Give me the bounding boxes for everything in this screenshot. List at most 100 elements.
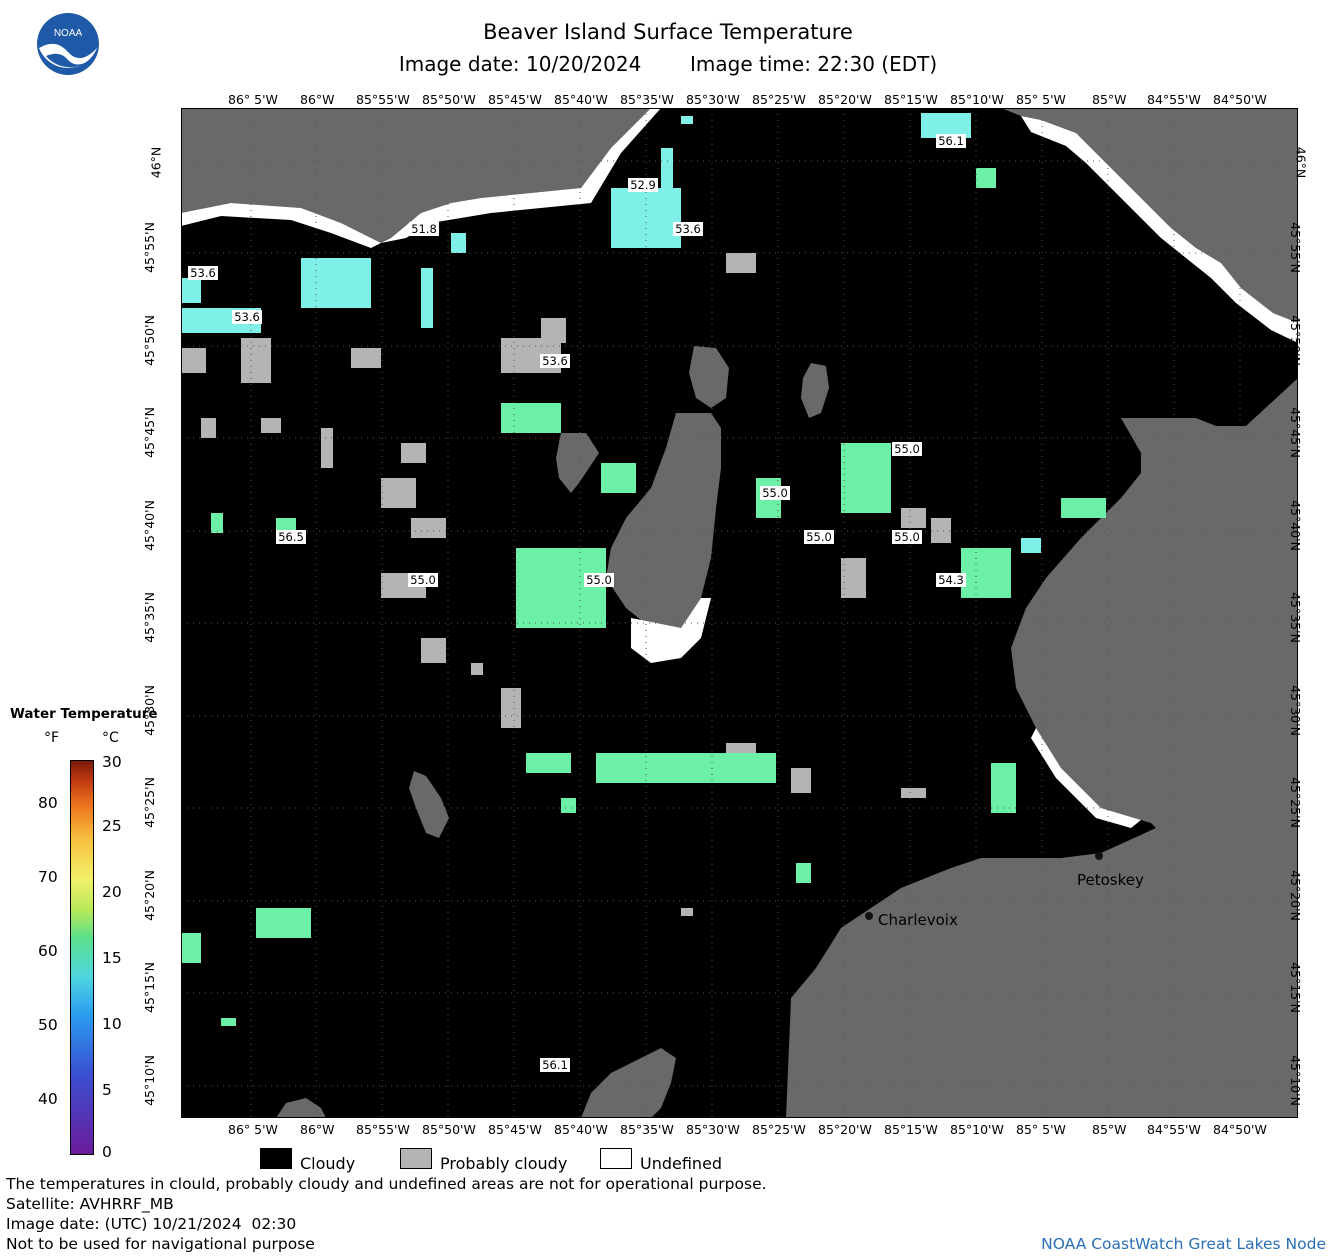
lon-tick: 85°20'W: [818, 92, 872, 107]
footer-navigation: Not to be used for navigational purpose: [6, 1235, 315, 1253]
temp-label: 55.0: [760, 486, 790, 500]
scale-c-label: 15: [102, 949, 122, 967]
lat-tick: 45°15'N: [141, 962, 157, 1013]
lon-tick: 86°W: [300, 1122, 335, 1137]
lat-tick: 45°25'N: [141, 777, 157, 828]
lon-tick: 85°20'W: [818, 1122, 872, 1137]
svg-text:56.5: 56.5: [278, 530, 304, 544]
lon-tick: 85°10'W: [950, 92, 1004, 107]
scale-c-label: 10: [102, 1015, 122, 1033]
lon-tick: 85°40'W: [554, 92, 608, 107]
lat-tick: 45°50'N: [1287, 315, 1303, 366]
lon-tick: 85°35'W: [620, 92, 674, 107]
color-scale-bar: [70, 760, 94, 1155]
footer-satellite: Satellite: AVHRRF_MB: [6, 1195, 174, 1213]
legend-swatch-undefined: [600, 1148, 632, 1169]
lat-tick: 46°N: [148, 146, 164, 179]
lon-tick: 85°45'W: [488, 1122, 542, 1137]
temperature-map[interactable]: 56.1 52.9 51.8 53.6 53.6 53.6 53.6 55.0 …: [181, 108, 1298, 1118]
legend-undefined: Undefined: [640, 1154, 723, 1173]
scale-f-label: 60: [38, 942, 58, 960]
temp-label: 53.6: [232, 310, 262, 324]
scale-f-label: 70: [38, 868, 58, 886]
scale-f-label: 80: [38, 794, 58, 812]
lat-tick: 45°25'N: [1287, 777, 1303, 828]
legend-swatch-probably-cloudy: [400, 1148, 432, 1169]
lat-tick: 45°35'N: [1287, 592, 1303, 643]
lat-tick: 45°15'N: [1287, 962, 1303, 1013]
lon-tick: 85°10'W: [950, 1122, 1004, 1137]
place-charlevoix: Charlevoix: [878, 911, 958, 929]
lat-tick: 45°45'N: [1287, 407, 1303, 458]
temp-label: 52.9: [628, 178, 658, 192]
svg-text:55.0: 55.0: [894, 442, 920, 456]
footer-credit[interactable]: NOAA CoastWatch Great Lakes Node: [1041, 1235, 1326, 1253]
scale-f-label: 50: [38, 1016, 58, 1034]
lon-tick: 85°35'W: [620, 1122, 674, 1137]
lat-tick: 45°10'N: [141, 1055, 157, 1106]
temp-label: 51.8: [409, 222, 439, 236]
image-datetime: Image date: 10/20/2024 Image time: 22:30…: [0, 52, 1336, 76]
scale-c-label: 0: [102, 1143, 112, 1161]
scale-title: Water Temperature: [10, 706, 158, 722]
footer-disclaimer: The temperatures in clould, probably clo…: [6, 1175, 767, 1193]
temp-label: 53.6: [540, 354, 570, 368]
temp-label: 56.5: [276, 530, 306, 544]
lon-tick: 84°55'W: [1147, 1122, 1201, 1137]
temp-label: 54.3: [936, 573, 966, 587]
temp-label: 55.0: [892, 530, 922, 544]
lat-tick: 45°40'N: [141, 500, 157, 551]
lon-tick: 85° 5'W: [1016, 92, 1066, 107]
svg-text:55.0: 55.0: [762, 486, 788, 500]
lon-tick: 84°55'W: [1147, 92, 1201, 107]
footer-utc-date: Image date: (UTC) 10/21/2024 02:30: [6, 1215, 297, 1233]
petoskey-marker: [1095, 852, 1103, 860]
scale-c-label: 5: [102, 1081, 112, 1099]
lat-tick: 45°20'N: [1287, 870, 1303, 921]
lon-tick: 85°30'W: [686, 1122, 740, 1137]
lat-tick: 45°40'N: [1287, 500, 1303, 551]
scale-unit-c: °C: [102, 730, 119, 746]
scale-c-label: 25: [102, 817, 122, 835]
svg-text:55.0: 55.0: [410, 573, 436, 587]
temp-label: 55.0: [892, 442, 922, 456]
temp-label: 53.6: [673, 222, 703, 236]
lat-tick: 45°10'N: [1287, 1055, 1303, 1106]
lon-tick: 85°W: [1092, 1122, 1127, 1137]
lon-tick: 85°50'W: [422, 92, 476, 107]
temp-label: 55.0: [584, 573, 614, 587]
lon-tick: 85°25'W: [752, 1122, 806, 1137]
lat-tick: 45°45'N: [141, 407, 157, 458]
svg-text:56.1: 56.1: [542, 1058, 568, 1072]
lat-tick: 45°50'N: [141, 315, 157, 366]
svg-text:54.3: 54.3: [938, 573, 964, 587]
temp-label: 53.6: [188, 266, 218, 280]
image-date: Image date: 10/20/2024: [398, 52, 642, 76]
lon-tick: 85°30'W: [686, 92, 740, 107]
scale-c-label: 30: [102, 753, 122, 771]
svg-text:55.0: 55.0: [586, 573, 612, 587]
lat-tick: 45°55'N: [141, 222, 157, 273]
lat-tick: 46°N: [1293, 146, 1309, 179]
svg-text:56.1: 56.1: [938, 134, 964, 148]
lon-tick: 85°40'W: [554, 1122, 608, 1137]
legend-cloudy: Cloudy: [300, 1154, 356, 1173]
lon-tick: 85° 5'W: [1016, 1122, 1066, 1137]
temp-label: 55.0: [408, 573, 438, 587]
legend-probably-cloudy: Probably cloudy: [440, 1154, 568, 1173]
lon-tick: 85°55'W: [356, 92, 410, 107]
svg-text:51.8: 51.8: [411, 222, 437, 236]
svg-text:53.6: 53.6: [190, 266, 216, 280]
temp-label: 56.1: [540, 1058, 570, 1072]
lon-tick: 84°50'W: [1213, 1122, 1267, 1137]
lon-tick: 85°50'W: [422, 1122, 476, 1137]
svg-text:52.9: 52.9: [630, 178, 656, 192]
scale-c-label: 20: [102, 883, 122, 901]
lat-tick: 45°35'N: [141, 592, 157, 643]
lon-tick: 86° 5'W: [228, 1122, 278, 1137]
svg-text:55.0: 55.0: [806, 530, 832, 544]
lon-tick: 85°15'W: [884, 1122, 938, 1137]
lon-tick: 84°50'W: [1213, 92, 1267, 107]
map-title: Beaver Island Surface Temperature: [483, 20, 853, 44]
svg-text:55.0: 55.0: [894, 530, 920, 544]
